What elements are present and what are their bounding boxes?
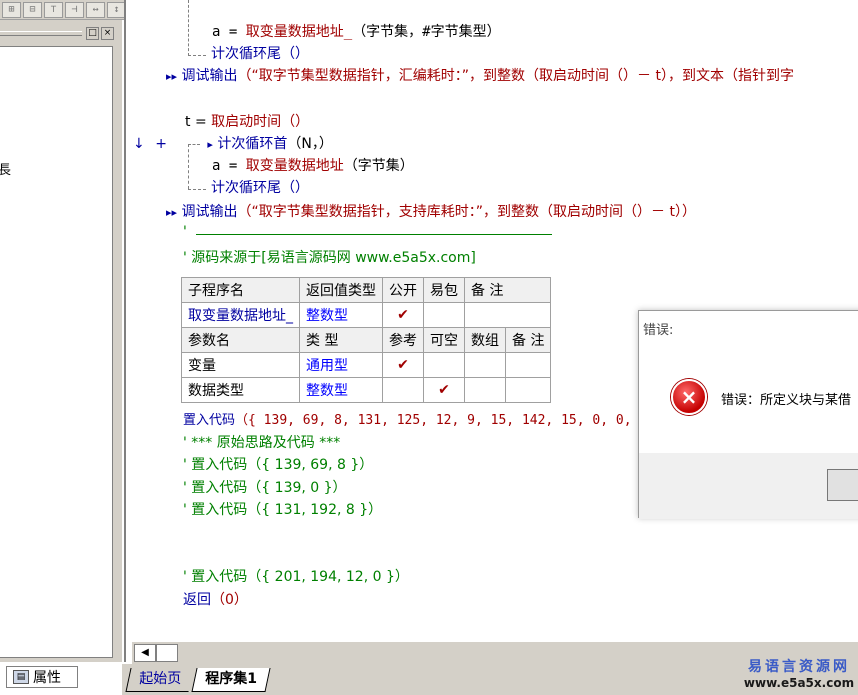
ok-button[interactable] xyxy=(827,469,858,501)
remark-cell[interactable] xyxy=(463,302,552,328)
editor-gutter xyxy=(126,0,146,640)
minimize-icon[interactable]: □ xyxy=(86,27,99,40)
run-marker-icon: ▸▸ xyxy=(166,206,178,219)
dialog-footer xyxy=(639,453,858,519)
table-header: 参考 xyxy=(382,327,424,353)
error-icon: × xyxy=(671,379,707,415)
error-dialog: 错误: × 错误：所定义块与某借 xyxy=(638,310,858,519)
align-left-icon[interactable]: ⊞ xyxy=(2,1,21,18)
table-header: 返回值类型 xyxy=(299,277,383,303)
scroll-thumb[interactable] xyxy=(156,644,178,662)
run-marker-icon: ▸▸ xyxy=(166,70,178,83)
separator-line xyxy=(196,234,552,235)
public-check[interactable]: ✔ xyxy=(382,302,424,328)
comment-line[interactable]: ' 置入代码（{ 139, 0 }） xyxy=(183,478,347,498)
nullable-check[interactable] xyxy=(423,352,465,378)
align-center-icon[interactable]: ⊟ xyxy=(23,1,42,18)
table-header: 备 注 xyxy=(463,277,552,303)
subroutine-table[interactable]: 子程序名 返回值类型 公开 易包 备 注 取变量数据地址_ 整数型 ✔ 参数名 … xyxy=(181,277,552,403)
comment-line[interactable]: ' 源码来源于[易语言源码网 www.e5a5x.com] xyxy=(183,248,476,268)
table-header: 子程序名 xyxy=(181,277,300,303)
table-header-row: 参数名 类 型 参考 可空 数组 备 注 xyxy=(181,327,552,353)
sub-name-cell[interactable]: 取变量数据地址_ xyxy=(181,302,300,328)
table-header: 类 型 xyxy=(299,327,383,353)
breakpoint-arrow-icon[interactable]: ↓ xyxy=(133,136,145,152)
array-cell[interactable] xyxy=(464,352,506,378)
tab-start-page[interactable]: 起始页 xyxy=(125,668,194,692)
align-top-icon[interactable]: ⊤ xyxy=(44,1,63,18)
site-watermark: 易语言资源网 www.e5a5x.com xyxy=(743,659,855,690)
nullable-check[interactable]: ✔ xyxy=(423,377,465,403)
param-type-cell[interactable]: 通用型 xyxy=(299,352,383,378)
table-header-row: 子程序名 返回值类型 公开 易包 备 注 xyxy=(181,277,552,303)
table-row[interactable]: 数据类型 整数型 ✔ xyxy=(181,377,552,403)
ref-check[interactable]: ✔ xyxy=(382,352,424,378)
comment-line[interactable]: ' 置入代码（{ 139, 69, 8 }） xyxy=(183,455,373,475)
dialog-message: 错误：所定义块与某借 xyxy=(721,393,852,408)
ref-check[interactable] xyxy=(382,377,424,403)
code-line[interactable]: 计次循环尾（） xyxy=(211,178,309,198)
dialog-title: 错误: xyxy=(643,323,674,338)
code-line[interactable]: a = 取变量数据地址（字节集） xyxy=(212,156,414,176)
expand-plus-icon[interactable]: + xyxy=(155,136,167,152)
code-line[interactable]: ↓ + ▸ 计次循环首（N，） xyxy=(133,134,333,154)
code-line[interactable]: 返回（0） xyxy=(183,590,248,610)
table-header: 可空 xyxy=(423,327,465,353)
close-icon[interactable]: × xyxy=(101,27,114,40)
code-line[interactable]: 计次循环尾（） xyxy=(211,44,309,64)
table-header: 数组 xyxy=(464,327,506,353)
table-row[interactable]: 变量 通用型 ✔ xyxy=(181,352,552,378)
align-middle-icon[interactable]: ⊣ xyxy=(65,1,84,18)
code-line[interactable]: 置入代码（{ 139, 69, 8, 131, 125, 12, 9, 15, … xyxy=(183,411,647,431)
comment-line[interactable]: ' 置入代码（{ 201, 194, 12, 0 }） xyxy=(183,567,409,587)
param-type-cell[interactable]: 整数型 xyxy=(299,377,383,403)
param-name-cell[interactable]: 变量 xyxy=(181,352,300,378)
loop-guide-2-end xyxy=(188,189,206,190)
tree-view[interactable]: 長 xyxy=(0,46,113,658)
remark-cell[interactable] xyxy=(504,352,552,378)
scroll-left-icon[interactable]: ◀ xyxy=(134,644,156,662)
comment-line[interactable]: ' 置入代码（{ 131, 192, 8 }） xyxy=(183,500,382,520)
code-line[interactable]: ▸▸ 调试输出（“取字节集型数据指针，汇编耗时：”，到整数（取启动时间（）－ t… xyxy=(166,66,794,86)
code-line[interactable]: t = 取启动时间（） xyxy=(185,112,309,132)
param-name-cell[interactable]: 数据类型 xyxy=(181,377,300,403)
table-header: 公开 xyxy=(382,277,424,303)
code-line[interactable]: a = 取变量数据地址_（字节集，#字节集型） xyxy=(212,22,501,42)
comment-line[interactable]: ' xyxy=(183,222,187,242)
tab-program-set[interactable]: 程序集1 xyxy=(191,668,271,692)
tab-properties[interactable]: ▤ 属性 xyxy=(6,666,78,688)
table-row[interactable]: 取变量数据地址_ 整数型 ✔ xyxy=(181,302,552,328)
alignment-toolbar: ⊞ ⊟ ⊤ ⊣ ↔ ↕ xyxy=(0,0,130,20)
properties-icon: ▤ xyxy=(13,670,29,684)
epkg-cell[interactable] xyxy=(423,302,465,328)
tree-item-partial[interactable]: 長 xyxy=(0,159,11,178)
return-type-cell[interactable]: 整数型 xyxy=(299,302,383,328)
table-header: 备 注 xyxy=(504,327,552,353)
table-header: 参数名 xyxy=(181,327,300,353)
loop-guide-1-end xyxy=(188,55,206,56)
array-cell[interactable] xyxy=(464,377,506,403)
left-panel-header: □ × xyxy=(0,26,118,42)
tab-properties-label: 属性 xyxy=(33,670,61,686)
width-icon[interactable]: ↔ xyxy=(86,1,105,18)
loop-guide-1 xyxy=(188,0,189,56)
table-header: 易包 xyxy=(423,277,465,303)
panel-grip[interactable] xyxy=(0,31,82,36)
remark-cell[interactable] xyxy=(504,377,552,403)
left-panel: □ × 長 xyxy=(0,20,122,662)
comment-line[interactable]: ' *** 原始思路及代码 *** xyxy=(183,433,340,453)
code-line[interactable]: ▸▸ 调试输出（“取字节集型数据指针，支持库耗时：”，到整数（取启动时间（）－ … xyxy=(166,202,696,222)
